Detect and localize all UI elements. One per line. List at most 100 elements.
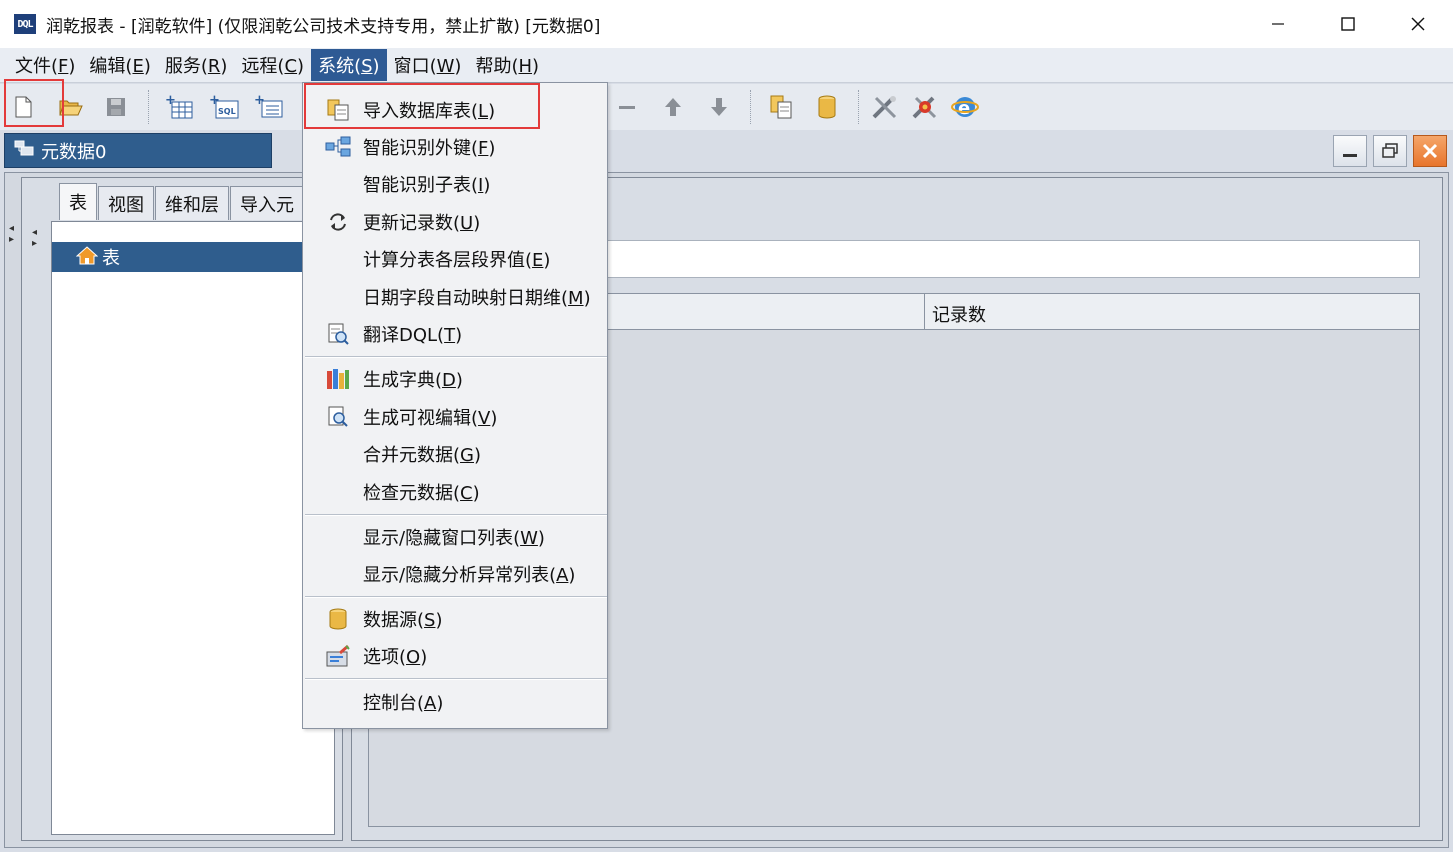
minimize-icon [1272,23,1284,25]
import-table-button[interactable] [766,92,796,122]
grid-header-record-count[interactable]: 记录数 [932,301,986,327]
add-sql-table-button[interactable]: SQL + [209,92,239,122]
highlight-new-file [4,79,64,127]
mdi-controls [1333,135,1447,167]
move-down-button[interactable] [704,92,734,122]
save-button[interactable] [101,92,131,122]
menu-file[interactable]: 文件(F) [8,49,82,81]
menu-separator [305,596,607,598]
minus-icon [619,106,635,109]
add-view-icon: + [254,93,283,118]
window-titlebar: DQL 润乾报表 - [润乾软件] (仅限润乾公司技术支持专用，禁止扩散) [元… [0,0,1453,48]
menu-remote[interactable]: 远程(C) [234,49,311,81]
datasource-button[interactable] [812,92,842,122]
translate-dql-icon [325,321,351,347]
menu-item-date-mapping[interactable]: 日期字段自动映射日期维(M) [303,278,607,315]
menu-item-update-record-count[interactable]: 更新记录数(U) [303,203,607,240]
menubar: 文件(F) 编辑(E) 服务(R) 远程(C) 系统(S) 窗口(W) 帮助(H… [0,48,1453,83]
filter-input[interactable] [600,240,1420,278]
collapse-arrows-icon[interactable]: ◂ ▸ [32,227,37,249]
menu-system[interactable]: 系统(S) [311,49,387,81]
menu-item-merge-metadata[interactable]: 合并元数据(G) [303,435,607,472]
mdi-minimize-button[interactable] [1333,135,1367,167]
svg-text:+: + [165,93,176,108]
datasource-icon [325,606,351,632]
tools-icon [872,96,897,119]
menu-separator [305,678,607,680]
refresh-icon [325,209,351,235]
left-tabs: 表 视图 维和层 导入元 [59,183,305,220]
menu-edit[interactable]: 编辑(E) [82,49,157,81]
menu-item-toggle-window-list[interactable]: 显示/隐藏窗口列表(W) [303,518,607,555]
menu-item-translate-dql[interactable]: 翻译DQL(T) [303,315,607,352]
menu-item-segment-bounds[interactable]: 计算分表各层段界值(E) [303,240,607,277]
menu-item-options[interactable]: 选项(O) [303,637,607,674]
add-sql-table-icon: SQL+ [209,93,239,119]
tab-import[interactable]: 导入元 [230,186,304,220]
menu-item-sub-table[interactable]: 智能识别子表(I) [303,165,607,202]
maximize-button[interactable] [1313,0,1383,48]
add-table-icon: + [165,93,193,119]
menu-item-toggle-exception-list[interactable]: 显示/隐藏分析异常列表(A) [303,555,607,592]
dictionary-icon [325,366,351,392]
toolbar-separator [750,90,751,124]
save-icon [107,98,125,116]
menu-separator [305,514,607,516]
foreign-key-icon [325,134,351,160]
menu-item-datasource[interactable]: 数据源(S) [303,600,607,637]
tree-root-label: 表 [102,248,120,269]
minimize-button[interactable] [1243,0,1313,48]
menu-separator [305,356,607,358]
move-up-button[interactable] [658,92,688,122]
menu-item-generate-dictionary[interactable]: 生成字典(D) [303,360,607,397]
menu-help[interactable]: 帮助(H) [468,49,546,81]
close-button[interactable] [1383,0,1453,48]
mdi-restore-button[interactable] [1373,135,1407,167]
minimize-icon [1343,154,1357,157]
tool-button-2[interactable] [910,92,940,122]
remove-button[interactable] [612,92,642,122]
restore-icon [1382,143,1398,158]
svg-text:+: + [209,93,220,108]
metadata-icon [13,138,35,163]
menu-item-console[interactable]: 控制台(A) [303,683,607,720]
home-icon [75,245,99,270]
toolbar: + SQL + + e [0,79,1453,130]
svg-text:+: + [254,93,265,108]
svg-text:SQL: SQL [218,107,236,116]
tab-view[interactable]: 视图 [98,186,154,220]
menu-item-check-metadata[interactable]: 检查元数据(C) [303,473,607,510]
close-icon [1411,17,1425,31]
arrow-up-icon [665,98,681,116]
tab-table[interactable]: 表 [59,183,97,220]
add-table-button[interactable]: + [164,92,194,122]
browser-button[interactable]: e [950,92,980,122]
import-table-icon [770,95,792,119]
menu-item-visual-edit[interactable]: 生成可视编辑(V) [303,398,607,435]
close-icon [1422,143,1438,159]
mdi-close-button[interactable] [1413,135,1447,167]
add-view-button[interactable]: + [254,92,284,122]
tree-root-item[interactable]: 表 [52,242,336,272]
tool-button-1[interactable] [870,92,900,122]
inner-window-titlebar[interactable]: 元数据0 [4,133,272,168]
inner-window-title: 元数据0 [41,141,107,163]
menu-window[interactable]: 窗口(W) [387,49,469,81]
datasource-icon [818,95,836,119]
window-controls [1243,0,1453,48]
app-logo-icon: DQL [14,14,36,34]
arrow-down-icon [711,98,727,116]
tab-dimension[interactable]: 维和层 [155,186,229,220]
toolbar-separator [858,90,859,124]
toolbar-separator [148,90,149,124]
visual-edit-icon [325,404,351,430]
system-menu-dropdown: 导入数据库表(L) 智能识别外键(F) 智能识别子表(I) 更新记录数(U) 计… [302,82,608,729]
grid-column-separator [924,294,925,330]
maximize-icon [1341,17,1355,31]
window-title: 润乾报表 - [润乾软件] (仅限润乾公司技术支持专用，禁止扩散) [元数据0] [46,16,601,37]
browser-icon: e [951,97,979,119]
menu-item-foreign-key[interactable]: 智能识别外键(F) [303,128,607,165]
collapse-arrows-icon[interactable]: ◂ ▸ [9,223,14,245]
menu-service[interactable]: 服务(R) [158,49,235,81]
analysis-icon [912,96,937,119]
